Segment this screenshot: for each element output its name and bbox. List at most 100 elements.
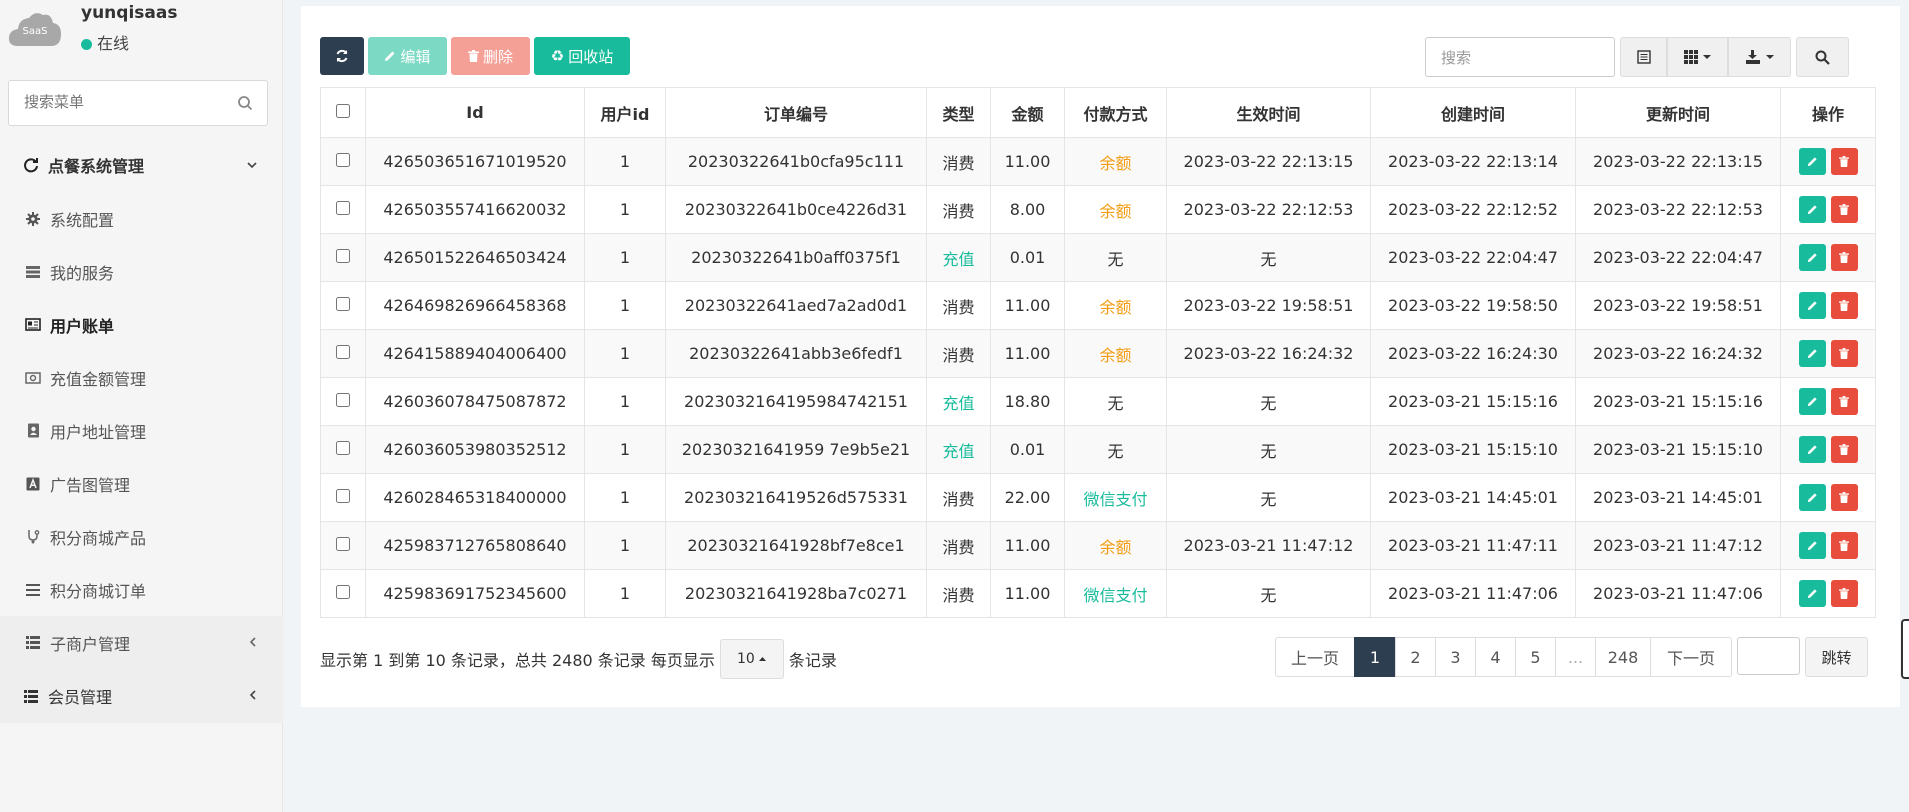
edit-button[interactable]: 编辑 xyxy=(368,37,447,75)
row-delete-button[interactable] xyxy=(1830,388,1858,415)
row-delete-button[interactable] xyxy=(1830,340,1858,367)
next-page-button[interactable]: 下一页 xyxy=(1650,637,1732,677)
refresh-button[interactable] xyxy=(320,37,364,75)
table-row[interactable]: 425983712765808640 1 20230321641928bf7e8ce… xyxy=(320,521,1876,570)
page-button-1[interactable]: 1 xyxy=(1354,637,1396,677)
table-row[interactable]: 426503557416620032 1 20230322641b0ce4226d3… xyxy=(320,185,1876,234)
row-checkbox[interactable] xyxy=(336,345,350,359)
row-edit-button[interactable] xyxy=(1798,580,1826,607)
sidebar-item-points-orders[interactable]: 积分商城订单 xyxy=(0,563,283,616)
bars-icon xyxy=(24,581,42,599)
row-checkbox[interactable] xyxy=(336,393,350,407)
toggle-view-button[interactable] xyxy=(1620,37,1667,77)
row-checkbox[interactable] xyxy=(336,489,350,503)
sidebar-item-user-bills[interactable]: 用户账单 xyxy=(0,298,283,351)
page-button-3[interactable]: 3 xyxy=(1435,637,1476,677)
row-delete-button[interactable] xyxy=(1830,244,1858,271)
row-edit-button[interactable] xyxy=(1798,148,1826,175)
page-button-5[interactable]: 5 xyxy=(1515,637,1556,677)
column-header[interactable]: 订单编号 xyxy=(665,87,927,138)
row-delete-button[interactable] xyxy=(1830,292,1858,319)
column-header[interactable]: 付款方式 xyxy=(1064,87,1167,138)
column-header[interactable]: 更新时间 xyxy=(1575,87,1781,138)
row-edit-button[interactable] xyxy=(1798,292,1826,319)
sidebar-item-recharge-amount[interactable]: 充值金额管理 xyxy=(0,351,283,404)
cell-order-number: 20230321641928bf7e8ce1 xyxy=(665,521,927,570)
table-row[interactable]: 426503651671019520 1 20230322641b0cfa95c11… xyxy=(320,137,1876,186)
row-delete-button[interactable] xyxy=(1830,196,1858,223)
bills-table: Id 用户id 订单编号 类型 金额 付款方式 生效时间 创建时间 更新时间 操… xyxy=(320,87,1876,618)
advanced-search-button[interactable] xyxy=(1796,37,1849,77)
jump-page-input[interactable] xyxy=(1737,637,1800,675)
delete-button[interactable]: 删除 xyxy=(451,37,530,75)
row-edit-button[interactable] xyxy=(1798,436,1826,463)
sidebar-item-ordering-system[interactable]: 点餐系统管理 xyxy=(0,138,283,192)
jump-button[interactable]: 跳转 xyxy=(1805,637,1868,677)
table-search-input[interactable]: 搜索 xyxy=(1425,37,1615,77)
scroll-handle[interactable] xyxy=(1901,619,1909,679)
row-edit-button[interactable] xyxy=(1798,340,1826,367)
sidebar-item-points-products[interactable]: 积分商城产品 xyxy=(0,510,283,563)
row-delete-button[interactable] xyxy=(1830,532,1858,559)
recycle-bin-button[interactable]: ♻ 回收站 xyxy=(534,37,630,75)
pencil-icon xyxy=(1807,589,1817,599)
column-header[interactable]: 生效时间 xyxy=(1166,87,1371,138)
row-checkbox[interactable] xyxy=(336,153,350,167)
sidebar-item-user-address[interactable]: 用户地址管理 xyxy=(0,404,283,457)
sidebar-item-label: 积分商城产品 xyxy=(50,528,147,548)
row-checkbox[interactable] xyxy=(336,249,350,263)
table-row[interactable]: 426415889404006400 1 20230322641abb3e6fedf… xyxy=(320,329,1876,378)
cell-id: 425983691752345600 xyxy=(365,569,585,618)
sidebar-item-sub-merchants[interactable]: 子商户管理 xyxy=(0,616,283,669)
row-checkbox[interactable] xyxy=(336,537,350,551)
menu-search-box[interactable] xyxy=(8,80,268,126)
column-header[interactable]: 类型 xyxy=(926,87,991,138)
cell-type: 充值 xyxy=(926,233,991,282)
table-row[interactable]: 426028465318400000 1 202303216419526d57533… xyxy=(320,473,1876,522)
cell-user-id: 1 xyxy=(584,377,666,426)
row-edit-button[interactable] xyxy=(1798,484,1826,511)
sidebar-item-my-services[interactable]: 我的服务 xyxy=(0,245,283,298)
sidebar-menu: 点餐系统管理 系统配置 我的服务 用户账单 充值金额管理 用户地址管理 广告图管… xyxy=(0,138,283,723)
menu-search-input[interactable] xyxy=(24,93,224,111)
row-checkbox[interactable] xyxy=(336,441,350,455)
page-button-last[interactable]: 248 xyxy=(1595,637,1651,677)
table-row[interactable]: 426036078475087872 1 202303216419598474215… xyxy=(320,377,1876,426)
column-header[interactable]: 用户id xyxy=(584,87,666,138)
page-button-4[interactable]: 4 xyxy=(1475,637,1516,677)
sidebar-item-ad-images[interactable]: 广告图管理 xyxy=(0,457,283,510)
records-suffix-text: 条记录 xyxy=(788,651,837,670)
export-dropdown-button[interactable] xyxy=(1728,37,1791,77)
table-row[interactable]: 425983691752345600 1 20230321641928ba7c027… xyxy=(320,569,1876,618)
row-checkbox[interactable] xyxy=(336,201,350,215)
column-header[interactable]: 金额 xyxy=(990,87,1065,138)
row-checkbox[interactable] xyxy=(336,297,350,311)
sidebar-item-system-config[interactable]: 系统配置 xyxy=(0,192,283,245)
row-delete-button[interactable] xyxy=(1830,436,1858,463)
row-delete-button[interactable] xyxy=(1830,580,1858,607)
column-header[interactable]: 创建时间 xyxy=(1370,87,1576,138)
row-edit-button[interactable] xyxy=(1798,532,1826,559)
page-button-2[interactable]: 2 xyxy=(1395,637,1436,677)
cell-payment-method: 余额 xyxy=(1064,281,1167,330)
table-row[interactable]: 426036053980352512 1 20230321641959 7e9b5e… xyxy=(320,425,1876,474)
table-row[interactable]: 426501522646503424 1 20230322641b0aff0375f… xyxy=(320,233,1876,282)
row-delete-button[interactable] xyxy=(1830,148,1858,175)
row-checkbox[interactable] xyxy=(336,585,350,599)
page-size-select[interactable]: 10 xyxy=(719,639,784,679)
select-all-checkbox[interactable] xyxy=(336,104,350,118)
row-edit-button[interactable] xyxy=(1798,196,1826,223)
row-edit-button[interactable] xyxy=(1798,388,1826,415)
row-delete-button[interactable] xyxy=(1830,484,1858,511)
cell-actions xyxy=(1780,521,1876,570)
cell-updated-time: 2023-03-22 22:12:53 xyxy=(1575,185,1781,234)
columns-dropdown-button[interactable] xyxy=(1667,37,1728,77)
column-header[interactable]: Id xyxy=(365,87,585,138)
cell-actions xyxy=(1780,569,1876,618)
search-icon[interactable] xyxy=(237,95,253,111)
sidebar-item-member-management[interactable]: 会员管理 xyxy=(0,669,283,723)
prev-page-button[interactable]: 上一页 xyxy=(1275,637,1355,677)
row-edit-button[interactable] xyxy=(1798,244,1826,271)
table-row[interactable]: 426469826966458368 1 20230322641aed7a2ad0d… xyxy=(320,281,1876,330)
pencil-icon xyxy=(1807,253,1817,263)
